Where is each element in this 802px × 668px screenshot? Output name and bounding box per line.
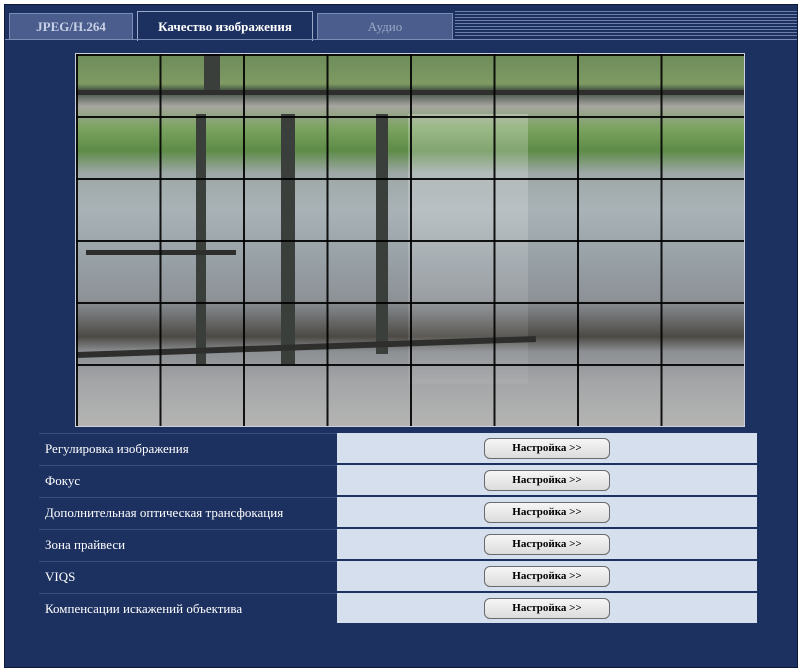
tab-image-quality[interactable]: Качество изображения — [137, 11, 313, 41]
settings-row-extra-optical-zoom: Дополнительная оптическая трансфокация Н… — [39, 497, 757, 527]
settings-row-image-adjust: Регулировка изображения Настройка >> — [39, 433, 757, 463]
tab-audio[interactable]: Аудио — [317, 13, 453, 39]
row-label: Фокус — [39, 465, 337, 495]
settings-row-lens-distortion: Компенсации искажений объектива Настройк… — [39, 593, 757, 623]
settings-row-focus: Фокус Настройка >> — [39, 465, 757, 495]
setup-button[interactable]: Настройка >> — [484, 565, 610, 587]
setup-button[interactable]: Настройка >> — [484, 597, 610, 619]
row-label: Зона прайвеси — [39, 529, 337, 559]
preview-area-grid — [76, 54, 744, 426]
row-label: Регулировка изображения — [39, 433, 337, 463]
row-label: Компенсации искажений объектива — [39, 593, 337, 623]
setup-button[interactable]: Настройка >> — [484, 533, 610, 555]
tab-divider — [5, 39, 797, 40]
settings-panel: JPEG/H.264 Качество изображения Аудио Ре… — [4, 4, 798, 668]
settings-row-viqs: VIQS Настройка >> — [39, 561, 757, 591]
settings-list: Регулировка изображения Настройка >> Фок… — [39, 433, 757, 625]
row-label: Дополнительная оптическая трансфокация — [39, 497, 337, 527]
setup-button[interactable]: Настройка >> — [484, 469, 610, 491]
tab-bar-decoration — [455, 9, 797, 37]
camera-preview-image[interactable] — [75, 53, 745, 427]
tab-bar: JPEG/H.264 Качество изображения Аудио — [5, 5, 797, 41]
setup-button[interactable]: Настройка >> — [484, 437, 610, 459]
tab-jpeg-h264[interactable]: JPEG/H.264 — [9, 13, 133, 39]
setup-button[interactable]: Настройка >> — [484, 501, 610, 523]
settings-row-privacy-zone: Зона прайвеси Настройка >> — [39, 529, 757, 559]
row-label: VIQS — [39, 561, 337, 591]
